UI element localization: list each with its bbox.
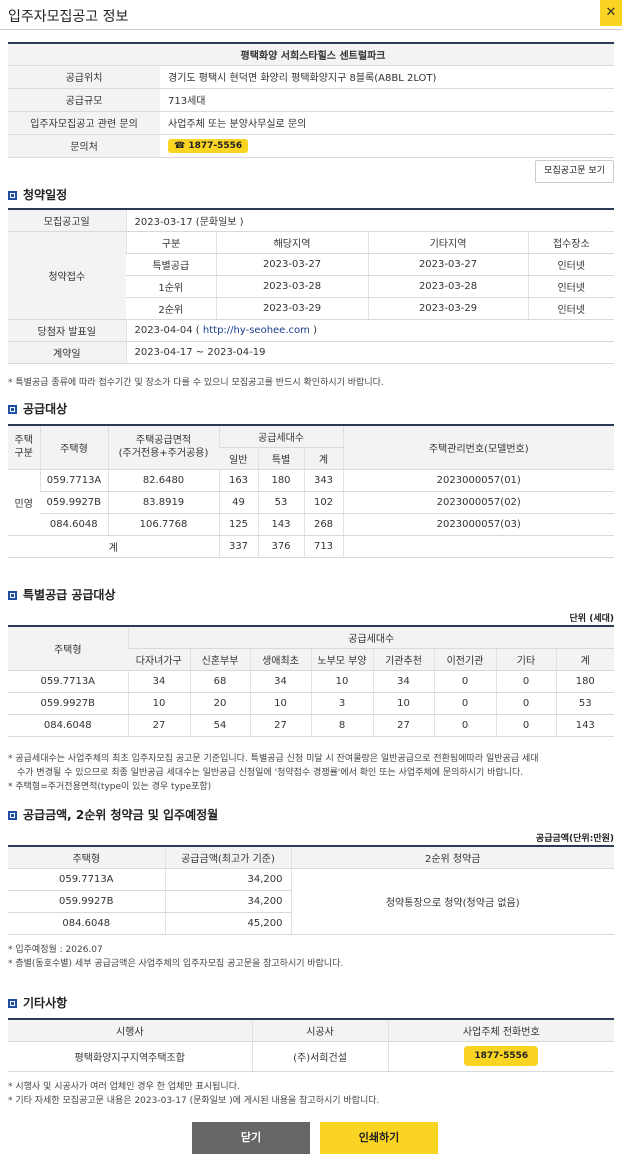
col-header: 공급세대수 [127,626,614,649]
col-header: 신혼부부 [189,648,250,671]
supply-table: 주택 구분 주택형 주택공급면적 (주거전용+주거공용) 공급세대수 주택관리번호(… [8,424,614,558]
category-cell: 민영 [8,469,40,536]
col-header: 접수장소 [527,231,614,254]
col-header: 계 [555,648,614,671]
section-square-icon [8,191,17,200]
price-table: 주택형 공급금액(최고가 기준) 2순위 청약금 059.7713A 34,200… [8,845,614,935]
section-square-icon [8,405,17,414]
contact-phone-badge[interactable]: ☎ 1877-5556 [168,138,249,153]
winner-link[interactable]: http://hy-seohee.com [203,325,310,336]
announce-label: 모집공고일 [8,209,126,232]
print-button[interactable]: 인쇄하기 [320,1122,438,1154]
col-header: 이전기관 [433,648,496,671]
table-row: 059.7713A 34 68 34 10 34 0 0 180 [8,670,614,693]
col-header: 특별 [257,447,304,470]
info-label: 공급위치 [8,65,160,89]
announce-value: 2023-03-17 (문화일보 ) [125,209,614,232]
special-section-title: 특별공급 공급대상 [8,586,116,603]
col-header: 노부모 부양 [310,648,373,671]
section-square-icon [8,591,17,600]
price-note: * 입주예정월 : 2026.07 * 층별(동호수별) 세부 공급금액은 사업… [8,945,344,969]
window-title: 입주자모집공고 정보 [8,9,129,25]
col-header: 해당지역 [215,231,368,254]
special-table: 주택형 공급세대수 다자녀가구 신혼부부 생애최초 노부모 부양 기관추천 이전… [8,625,614,737]
special-note: * 공급세대수는 사업주체의 최초 입주자모집 공고문 기준입니다. 특별공급 … [8,754,539,792]
etc-section-title: 기타사항 [8,994,67,1011]
info-value: 713세대 [160,88,614,112]
col-header: 사업주체 전화번호 [387,1019,614,1042]
table-row: 059.7713A 34,200 청약통장으로 청약(청약금 없음) [8,868,614,935]
window-titlebar: 입주자모집공고 정보 ✕ [0,0,622,30]
contract-value: 2023-04-17 ~ 2023-04-19 [125,341,614,364]
col-header: 주택관리번호(모델번호) [342,425,614,470]
table-row: 084.6048 27 54 27 8 27 0 0 143 [8,714,614,737]
section-square-icon [8,999,17,1008]
info-value: 경기도 평택시 현덕면 화양리 평택화양지구 8블록(A8BL 2LOT) [160,65,614,89]
winner-value: 2023-04-04 ( http://hy-seohee.com ) [125,319,614,342]
contract-label: 계약일 [8,341,126,364]
col-header: 기관추천 [372,648,434,671]
builder: (주)서희건설 [251,1041,388,1072]
col-header: 주택형 [8,626,128,671]
etc-note: * 시행사 및 시공사가 여러 업체인 경우 한 업체만 표시됩니다. * 기타… [8,1082,380,1106]
schedule-note: * 특별공급 종류에 따라 접수기간 및 장소가 다를 수 있으니 모집공고를 … [8,378,384,388]
contact-label: 문의처 [8,134,160,158]
table-row: 평택화양지구지역주택조합 (주)서희건설 1877-5556 [8,1041,614,1072]
col-header: 생애최초 [249,648,311,671]
apply-label: 청약접수 [8,231,126,320]
col-header: 주택공급면적 (주거전용+주거공용) [107,425,219,470]
col-header: 구분 [125,231,216,254]
col-header: 2순위 청약금 [290,846,614,869]
view-notice-button[interactable]: 모집공고문 보기 [535,160,614,183]
table-row: 민영 059.7713A 82.6480 163 180 343 2023000057(0… [8,469,614,536]
table-row: 084.6048 106.7768 125 143 268 2023000057(03) [8,513,614,536]
col-header: 공급금액(최고가 기준) [164,846,291,869]
col-header: 다자녀가구 [128,648,190,671]
special-unit: 단위 (세대) [569,614,614,624]
schedule-section-title: 청약일정 [8,186,67,203]
close-button[interactable]: 닫기 [192,1122,310,1154]
schedule-table: 모집공고일 2023-03-17 (문화일보 ) 청약접수 구분 해당지역 기타… [8,208,614,364]
col-header: 공급세대수 [218,425,344,448]
complex-info: 평택화양 서희스타힐스 센트럴파크 공급위치 경기도 평택시 현덕면 화양리 평택… [8,42,614,158]
winner-label: 당첨자 발표일 [8,319,126,342]
supply-section-title: 공급대상 [8,400,67,417]
col-header: 기타지역 [367,231,528,254]
col-header: 기타 [495,648,556,671]
col-header: 주택 구분 [8,425,40,470]
col-header: 주택형 [39,425,108,470]
developer: 평택화양지구지역주택조합 [8,1041,252,1072]
price-unit: 공급금액(단위:만원) [535,834,614,844]
col-header: 시행사 [8,1019,252,1042]
col-header: 일반 [219,447,258,470]
table-row: 059.9927B 83.8919 49 53 102 2023000057(02) [8,491,614,514]
info-label: 공급규모 [8,88,160,112]
deposit-value: 청약통장으로 청약(청약금 없음) [290,868,614,935]
section-square-icon [8,811,17,820]
price-section-title: 공급금액, 2순위 청약금 및 입주예정월 [8,806,218,823]
complex-name: 평택화양 서희스타힐스 센트럴파크 [8,43,614,66]
etc-table: 시행사 시공사 사업주체 전화번호 평택화양지구지역주택조합 (주)서희건설 1… [8,1018,614,1072]
col-header: 주택형 [8,846,165,869]
developer-phone-badge[interactable]: 1877-5556 [464,1046,539,1066]
close-icon[interactable]: ✕ [600,0,622,26]
table-row: 059.9927B 10 20 10 3 10 0 0 53 [8,692,614,715]
col-header: 계 [303,447,344,470]
sum-row: 계 337 376 713 [8,535,614,558]
info-label: 입주자모집공고 관련 문의 [8,111,160,135]
info-value: 사업주체 또는 분양사무실로 문의 [160,111,614,135]
col-header: 시공사 [251,1019,388,1042]
